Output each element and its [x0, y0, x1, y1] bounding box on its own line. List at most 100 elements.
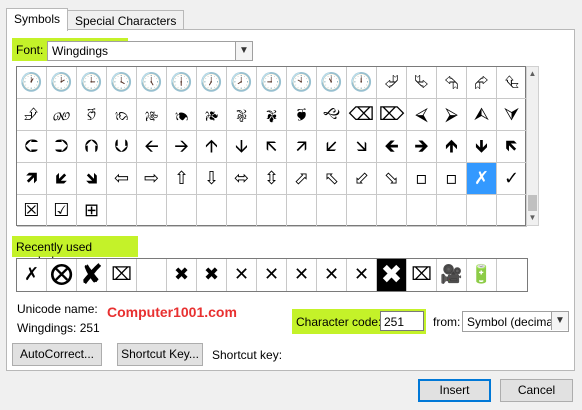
- symbol-cell[interactable]: 🡼: [497, 131, 527, 163]
- symbol-cell[interactable]: 🕒: [77, 67, 107, 99]
- symbol-cell[interactable]: [137, 195, 167, 227]
- symbol-cell[interactable]: 🙓: [137, 99, 167, 131]
- from-dropdown[interactable]: Symbol (decimal) ▼: [462, 311, 569, 332]
- scroll-up-icon[interactable]: ▲: [527, 67, 538, 81]
- symbol-cell[interactable]: [167, 195, 197, 227]
- tab-special-characters[interactable]: Special Characters: [67, 10, 185, 30]
- symbol-cell[interactable]: ⬃: [347, 163, 377, 195]
- recent-symbol-cell[interactable]: ✖: [197, 259, 227, 291]
- symbol-cell[interactable]: 🡩: [197, 131, 227, 163]
- recent-symbol-cell[interactable]: ⌧: [407, 259, 437, 291]
- symbol-cell[interactable]: [497, 195, 527, 227]
- symbol-cell[interactable]: ⮱: [407, 67, 437, 99]
- insert-button[interactable]: Insert: [418, 379, 491, 402]
- symbol-grid-scrollbar[interactable]: ▲ ▼: [526, 66, 539, 226]
- symbol-cell[interactable]: ✓: [497, 163, 527, 195]
- chevron-down-icon[interactable]: ▼: [235, 42, 252, 60]
- symbol-cell[interactable]: ⮳: [467, 67, 497, 99]
- symbol-cell[interactable]: 🡫: [227, 131, 257, 163]
- symbol-cell[interactable]: 🡽: [17, 163, 47, 195]
- recent-symbol-cell[interactable]: ✕: [347, 259, 377, 291]
- symbol-cell[interactable]: ⇧: [167, 163, 197, 195]
- symbol-cell[interactable]: ⇨: [137, 163, 167, 195]
- recent-symbol-cell[interactable]: ✘: [77, 259, 107, 291]
- symbol-cell[interactable]: 🡭: [287, 131, 317, 163]
- symbol-cell[interactable]: 🙘: [287, 99, 317, 131]
- symbol-cell[interactable]: ⬄: [227, 163, 257, 195]
- symbol-cell[interactable]: 🙐: [47, 99, 77, 131]
- symbol-cell[interactable]: ⇩: [197, 163, 227, 195]
- symbol-cell[interactable]: 🡹: [437, 131, 467, 163]
- symbol-cell[interactable]: 🕙: [287, 67, 317, 99]
- symbol-cell[interactable]: 🙖: [227, 99, 257, 131]
- symbol-cell[interactable]: ⮛: [497, 99, 527, 131]
- symbol-cell[interactable]: 🕕: [167, 67, 197, 99]
- symbol-cell[interactable]: 🡪: [167, 131, 197, 163]
- symbol-cell[interactable]: [347, 195, 377, 227]
- symbol-cell[interactable]: [317, 195, 347, 227]
- symbol-cell[interactable]: 🕗: [227, 67, 257, 99]
- symbol-cell[interactable]: ⮲: [437, 67, 467, 99]
- symbol-cell[interactable]: ⮋: [107, 131, 137, 163]
- tab-symbols[interactable]: Symbols: [6, 8, 69, 31]
- symbol-cell[interactable]: 🕓: [107, 67, 137, 99]
- symbol-cell[interactable]: ⌦: [377, 99, 407, 131]
- symbol-cell[interactable]: 🕔: [137, 67, 167, 99]
- recent-symbol-cell[interactable]: ⮾: [47, 259, 77, 291]
- symbol-cell[interactable]: ▫: [437, 163, 467, 195]
- symbol-cell[interactable]: ⊞: [77, 195, 107, 227]
- symbol-cell[interactable]: ⮉: [77, 131, 107, 163]
- symbol-cell[interactable]: ⮴: [497, 67, 527, 99]
- symbol-cell[interactable]: 🡿: [47, 163, 77, 195]
- recent-symbol-cell[interactable]: ✖: [167, 259, 197, 291]
- symbol-cell[interactable]: 🡬: [257, 131, 287, 163]
- symbol-cell[interactable]: ⮵: [17, 99, 47, 131]
- symbol-cell[interactable]: 🡯: [317, 131, 347, 163]
- symbol-cell[interactable]: 🡻: [467, 131, 497, 163]
- symbol-cell[interactable]: ⮚: [437, 99, 467, 131]
- symbol-cell[interactable]: ☑: [47, 195, 77, 227]
- recent-symbol-cell[interactable]: ✖: [377, 259, 407, 291]
- symbol-cell[interactable]: ⇳: [257, 163, 287, 195]
- scroll-down-icon[interactable]: ▼: [527, 211, 538, 225]
- symbol-cell[interactable]: ⮰: [377, 67, 407, 99]
- symbol-cell[interactable]: 🙑: [77, 99, 107, 131]
- symbol-cell[interactable]: ⬀: [287, 163, 317, 195]
- shortcut-key-button[interactable]: Shortcut Key...: [117, 343, 203, 366]
- symbol-cell[interactable]: ⮈: [17, 131, 47, 163]
- symbol-cell[interactable]: ⇦: [107, 163, 137, 195]
- font-dropdown[interactable]: Wingdings ▼: [47, 41, 253, 61]
- recent-symbol-cell[interactable]: ✕: [317, 259, 347, 291]
- symbol-cell[interactable]: 🙒: [107, 99, 137, 131]
- autocorrect-button[interactable]: AutoCorrect...: [12, 343, 102, 366]
- symbol-cell[interactable]: ⮙: [467, 99, 497, 131]
- symbol-cell[interactable]: ⬂: [377, 163, 407, 195]
- scroll-thumb[interactable]: [528, 195, 537, 211]
- symbol-cell[interactable]: 🕘: [257, 67, 287, 99]
- symbol-cell[interactable]: [377, 195, 407, 227]
- recent-symbol-cell[interactable]: 🎥: [437, 259, 467, 291]
- recent-symbol-cell[interactable]: [137, 259, 167, 291]
- recent-symbol-cell[interactable]: 🔋: [467, 259, 497, 291]
- recent-symbol-cell[interactable]: ✕: [227, 259, 257, 291]
- symbol-cell[interactable]: ⮊: [47, 131, 77, 163]
- symbol-cell[interactable]: 🕚: [317, 67, 347, 99]
- symbol-cell[interactable]: 🙗: [257, 99, 287, 131]
- symbol-cell[interactable]: 🕐: [17, 67, 47, 99]
- symbol-cell[interactable]: [227, 195, 257, 227]
- character-code-input[interactable]: 251: [380, 311, 424, 331]
- symbol-cell[interactable]: ⮘: [407, 99, 437, 131]
- symbol-cell[interactable]: 🙕: [197, 99, 227, 131]
- symbol-cell[interactable]: 🙙: [317, 99, 347, 131]
- symbol-cell[interactable]: [287, 195, 317, 227]
- symbol-cell[interactable]: 🡮: [347, 131, 377, 163]
- symbol-cell[interactable]: [197, 195, 227, 227]
- symbol-cell[interactable]: ✗: [467, 163, 497, 195]
- symbol-cell[interactable]: ⬁: [317, 163, 347, 195]
- symbol-cell[interactable]: 🡺: [407, 131, 437, 163]
- symbol-cell[interactable]: [407, 195, 437, 227]
- symbol-cell[interactable]: [257, 195, 287, 227]
- chevron-down-icon[interactable]: ▼: [551, 312, 568, 330]
- symbol-cell[interactable]: ⌫: [347, 99, 377, 131]
- cancel-button[interactable]: Cancel: [500, 379, 573, 402]
